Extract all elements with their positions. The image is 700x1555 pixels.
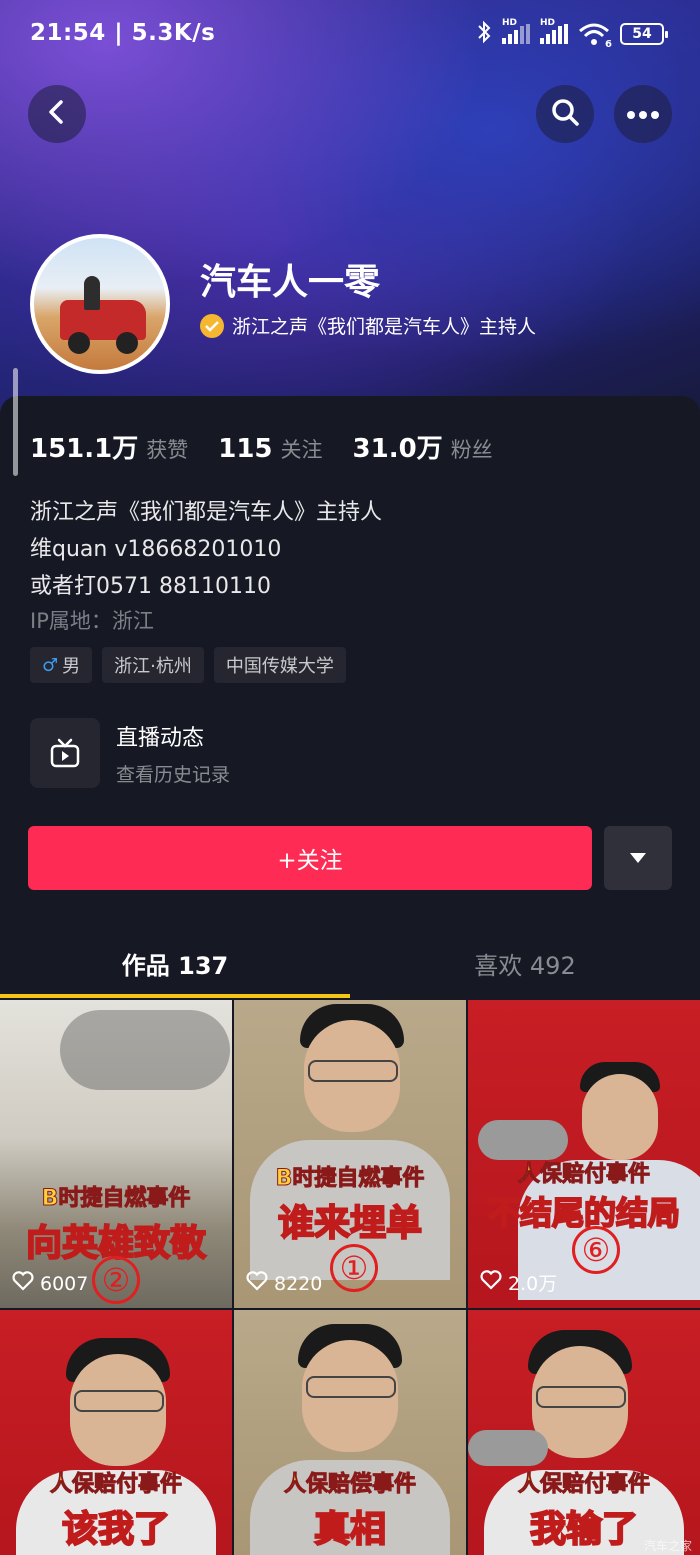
thumbnail-face: [582, 1074, 658, 1160]
cellular-signal-1-icon: HD: [502, 18, 530, 44]
male-icon: ♂: [42, 654, 59, 676]
video-caption-top: B时捷自燃事件: [41, 1186, 191, 1212]
hd-label-2: HD: [540, 18, 556, 28]
status-time: 21:54 | 5.3K/s: [30, 20, 216, 46]
live-title: 直播动态: [116, 725, 205, 751]
stat-label: 关注: [280, 438, 323, 462]
watermark: 汽车之家: [643, 1539, 692, 1553]
stat-label: 粉丝: [450, 438, 493, 462]
video-likes: 8220: [246, 1271, 322, 1296]
profile-name: 汽车人一零: [200, 262, 381, 303]
video-likes-count: 2.0万: [508, 1273, 558, 1295]
status-icons: HD HD 6 54: [476, 18, 668, 50]
tab-likes[interactable]: 喜欢 492: [350, 946, 700, 981]
video-caption-main: 该我了: [61, 1508, 171, 1551]
tv-live-icon: [30, 718, 100, 788]
back-button[interactable]: [28, 85, 86, 143]
wifi-icon: 6: [578, 22, 612, 50]
stat-number: 31.0万: [352, 434, 443, 464]
tag-gender-label: 男: [62, 656, 81, 677]
verified-text: 浙江之声《我们都是汽车人》主持人: [232, 316, 537, 338]
video-likes: 6007: [12, 1271, 88, 1296]
video-likes-count: 8220: [274, 1272, 323, 1295]
search-button[interactable]: [536, 85, 594, 143]
more-dots-icon: [626, 105, 660, 124]
stat-number: 115: [218, 434, 273, 464]
video-caption-main: 不结尾的结局: [487, 1193, 681, 1233]
video-thumbnail[interactable]: B时捷自燃事件 谁来埋单 ① 8220: [234, 1000, 466, 1308]
bio-line: 浙江之声《我们都是汽车人》主持人: [30, 500, 383, 525]
stat-number: 151.1万: [30, 434, 139, 464]
video-thumbnail[interactable]: 人保赔偿事件 真相: [234, 1310, 466, 1555]
bio-line: 维quan v18668201010: [30, 537, 282, 562]
video-caption-top: 人保赔偿事件: [283, 1472, 416, 1498]
video-thumbnail[interactable]: 人保赔付事件 该我了: [0, 1310, 232, 1555]
video-thumbnail[interactable]: 人保赔付事件 我输了 汽车之家: [468, 1310, 700, 1555]
live-history-card[interactable]: 直播动态 查看历史记录: [30, 718, 230, 788]
verified-check-icon: [200, 313, 224, 338]
thumbnail-microphone: [478, 1120, 568, 1160]
tag-gender: ♂ 男: [30, 647, 93, 683]
video-caption-top: 人保赔付事件: [517, 1162, 650, 1188]
ip-location: IP属地：浙江: [30, 609, 154, 633]
video-likes-count: 6007: [40, 1272, 89, 1295]
bio-line: 或者打0571 88110110: [30, 574, 271, 599]
battery-level: 54: [632, 26, 652, 42]
video-caption-main: 真相: [313, 1508, 387, 1551]
avatar-wheel-2: [116, 332, 138, 354]
stat-followers[interactable]: 31.0万 粉丝: [353, 428, 493, 465]
heart-icon: [12, 1271, 34, 1296]
triangle-down-icon: [629, 849, 647, 868]
profile-tags: ♂ 男 浙江·杭州 中国传媒大学: [30, 647, 346, 683]
video-likes: 2.0万: [480, 1269, 557, 1296]
search-icon: [550, 97, 580, 131]
stat-following[interactable]: 115 关注: [218, 434, 322, 464]
back-arrow-icon: [45, 98, 69, 130]
live-texts: 直播动态 查看历史记录: [116, 720, 230, 787]
recommend-dropdown-button[interactable]: [604, 826, 672, 890]
content-tabs: 作品 137 喜欢 492: [0, 930, 700, 998]
avatar-person-shape: [84, 276, 100, 310]
thumbnail-smoke-shape: [60, 1010, 230, 1090]
status-bar: 21:54 | 5.3K/s HD HD 6 54: [0, 0, 700, 70]
cellular-signal-2-icon: HD: [540, 18, 568, 44]
wifi-badge: 6: [605, 39, 612, 50]
battery-icon: 54: [620, 23, 668, 45]
scroll-indicator: [13, 368, 18, 476]
thumbnail-microphone: [468, 1430, 548, 1466]
video-caption-top: B时捷自燃事件: [275, 1166, 425, 1192]
stat-likes-received[interactable]: 151.1万 获赞: [30, 428, 188, 465]
heart-icon: [480, 1270, 502, 1295]
tab-works[interactable]: 作品 137: [0, 946, 350, 981]
stat-label: 获赞: [146, 438, 189, 462]
tag-school: 中国传媒大学: [213, 647, 346, 683]
thumbnail-glasses: [536, 1386, 626, 1408]
episode-badge: ②: [92, 1256, 140, 1304]
more-options-button[interactable]: [614, 85, 672, 143]
avatar-wheel-1: [68, 332, 90, 354]
hd-label-1: HD: [502, 18, 518, 28]
active-tab-indicator: [0, 994, 350, 998]
live-subtitle: 查看历史记录: [116, 763, 231, 786]
video-caption-top: 人保赔付事件: [49, 1472, 182, 1498]
video-thumbnail[interactable]: B时捷自燃事件 向英雄致敬 ② 6007: [0, 1000, 232, 1308]
avatar[interactable]: [30, 234, 170, 374]
heart-icon: [246, 1271, 268, 1296]
verified-info: 浙江之声《我们都是汽车人》主持人: [200, 312, 536, 339]
video-caption-main: 谁来埋单: [277, 1202, 423, 1245]
bluetooth-icon: [476, 20, 492, 48]
episode-badge: ⑥: [572, 1226, 620, 1274]
profile-stats: 151.1万 获赞 115 关注 31.0万 粉丝: [30, 428, 493, 465]
episode-badge: ①: [330, 1244, 378, 1292]
video-caption-top: 人保赔付事件: [517, 1472, 650, 1498]
thumbnail-glasses: [308, 1060, 398, 1082]
tag-location: 浙江·杭州: [102, 647, 204, 683]
video-thumbnail[interactable]: 人保赔付事件 不结尾的结局 ⑥ 2.0万: [468, 1000, 700, 1308]
thumbnail-glasses: [74, 1390, 164, 1412]
bio: 浙江之声《我们都是汽车人》主持人 维quan v18668201010 或者打0…: [30, 494, 382, 605]
video-grid: B时捷自燃事件 向英雄致敬 ② 6007 B时捷自燃事件 谁来埋单 ① 8220…: [0, 1000, 700, 1555]
follow-button[interactable]: +关注: [28, 826, 592, 890]
thumbnail-glasses: [306, 1376, 396, 1398]
